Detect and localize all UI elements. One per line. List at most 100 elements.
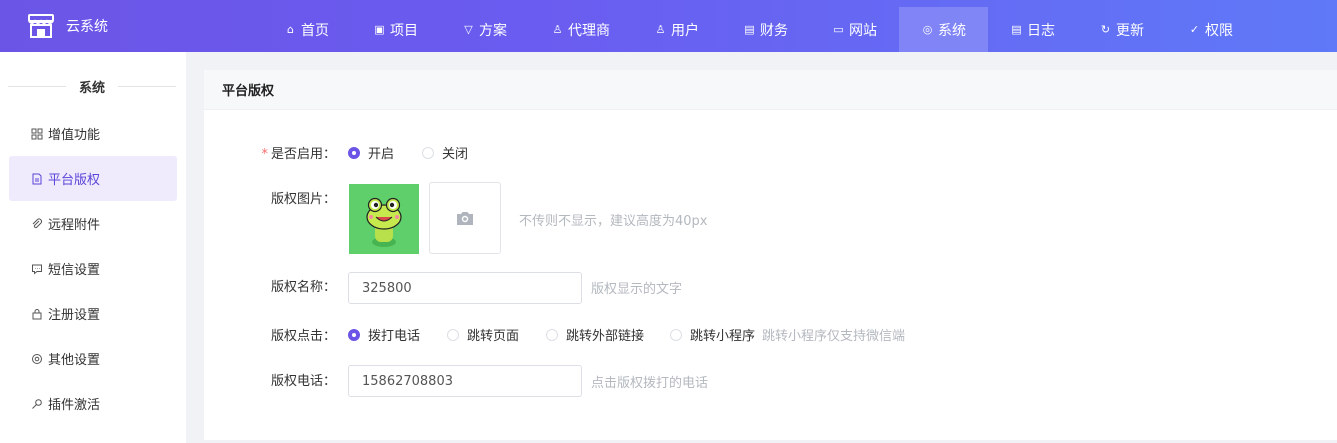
panel-title: 平台版权 [204, 70, 1337, 110]
nav-label: 网站 [849, 22, 877, 39]
image-hint: 不传则不显示，建议高度为40px [519, 214, 708, 229]
sidebar-item-label: 其他设置 [48, 353, 101, 368]
radio-enable-on[interactable]: 开启 [348, 143, 394, 162]
message-icon [32, 264, 42, 275]
sidebar-item-remote-attachment[interactable]: 远程附件 [9, 201, 177, 246]
sidebar-title: 系统 [79, 80, 106, 96]
image-label: 版权图片： [270, 192, 336, 207]
users-icon: ♙ [552, 23, 563, 36]
store-logo-icon [28, 14, 54, 38]
nav-label: 用户 [671, 22, 699, 39]
nav-item-permissions[interactable]: ✓ 权限 [1166, 7, 1255, 52]
briefcase-icon: ▣ [374, 23, 385, 36]
copyright-name-input[interactable]: 325800 [348, 272, 582, 304]
radio-click-external-link[interactable]: 跳转外部链接 [546, 325, 644, 344]
sidebar-item-label: 注册设置 [48, 308, 101, 323]
copyright-phone-input[interactable]: 15862708803 [348, 365, 582, 397]
divider [8, 85, 66, 87]
nav-item-agents[interactable]: ♙ 代理商 [529, 7, 632, 52]
sidebar-item-label: 短信设置 [48, 263, 101, 278]
paperclip-icon [32, 218, 42, 228]
camera-icon [457, 212, 473, 225]
nav-item-website[interactable]: ▭ 网站 [810, 7, 899, 52]
nav-item-finance[interactable]: ▤ 财务 [721, 7, 810, 52]
radio-label: 跳转页面 [467, 329, 520, 344]
radio-label: 关闭 [442, 147, 469, 162]
phone-hint: 点击版权拨打的电话 [591, 376, 709, 391]
website-icon: ▭ [833, 23, 844, 36]
diamond-icon: ▽ [464, 23, 473, 36]
nav-label: 权限 [1205, 22, 1233, 39]
nav-label: 项目 [390, 22, 418, 39]
brand[interactable]: 云系统 [28, 12, 108, 40]
sidebar: 系统 增值功能 平台版权 远程附件 短信设置 注册设置 其他设置 插件激活 [0, 52, 186, 443]
sidebar-header: 系统 [8, 78, 177, 96]
copyright-settings-panel: 平台版权 * 是否启用： 开启 关闭 版权图片： 不传则不显示，建议高度为40p… [204, 70, 1337, 440]
sidebar-item-copyright[interactable]: 平台版权 [9, 156, 177, 201]
refresh-icon: ↻ [1100, 23, 1111, 36]
finance-icon: ▤ [744, 23, 755, 36]
sidebar-item-label: 插件激活 [48, 398, 101, 413]
enabled-label-text: 是否启用： [270, 147, 336, 162]
nav-item-home[interactable]: ⌂ 首页 [262, 7, 351, 52]
radio-dot [546, 328, 558, 341]
required-mark: * [261, 147, 268, 162]
radio-dot [670, 328, 682, 341]
nav-label: 代理商 [568, 22, 610, 39]
radio-click-call[interactable]: 拨打电话 [348, 325, 420, 344]
nav-item-users[interactable]: ♙ 用户 [632, 7, 721, 52]
radio-label: 拨打电话 [368, 329, 421, 344]
radio-label: 开启 [368, 147, 395, 162]
radio-label: 跳转小程序 [690, 329, 756, 344]
key-icon [32, 398, 42, 409]
nav-item-system[interactable]: ◎ 系统 [899, 7, 988, 52]
copyright-image-thumbnail[interactable] [349, 184, 419, 254]
system-icon: ◎ [922, 23, 933, 36]
shield-check-icon: ✓ [1189, 23, 1200, 36]
lock-icon [32, 308, 42, 319]
home-icon: ⌂ [287, 23, 294, 36]
nav-label: 财务 [760, 22, 788, 39]
settings-icon [32, 353, 42, 364]
document-icon [32, 173, 42, 184]
nav-label: 首页 [301, 22, 329, 39]
sidebar-item-label: 增值功能 [48, 128, 101, 143]
top-navbar: 云系统 ⌂ 首页 ▣ 项目 ▽ 方案 ♙ 代理商 ♙ 用户 ▤ 财务 ▭ 网站 ◎ 系统 ▤ 日志 [0, 0, 1337, 52]
click-action-label: 版权点击： [270, 329, 336, 344]
grid-icon [31, 128, 43, 139]
nav-item-projects[interactable]: ▣ 项目 [351, 7, 440, 52]
sidebar-item-label: 平台版权 [48, 173, 101, 188]
log-icon: ▤ [1011, 23, 1022, 36]
sidebar-item-value-added[interactable]: 增值功能 [9, 111, 177, 156]
user-icon: ♙ [655, 23, 666, 36]
divider [118, 85, 177, 87]
app-name: 云系统 [66, 19, 108, 35]
nav-item-plans[interactable]: ▽ 方案 [440, 7, 529, 52]
radio-dot [422, 146, 434, 159]
frog-icon [366, 197, 402, 247]
sidebar-item-register-settings[interactable]: 注册设置 [9, 291, 177, 336]
sidebar-item-other-settings[interactable]: 其他设置 [9, 336, 177, 381]
main-nav: ⌂ 首页 ▣ 项目 ▽ 方案 ♙ 代理商 ♙ 用户 ▤ 财务 ▭ 网站 ◎ 系统 ▤ 日志 ↻ 更新 [262, 7, 1255, 52]
sidebar-item-label: 远程附件 [48, 218, 101, 233]
nav-label: 更新 [1116, 22, 1144, 39]
sidebar-item-sms-settings[interactable]: 短信设置 [9, 246, 177, 291]
phone-label: 版权电话： [270, 374, 336, 389]
image-upload-button[interactable] [429, 182, 501, 254]
nav-item-update[interactable]: ↻ 更新 [1077, 7, 1166, 52]
nav-item-logs[interactable]: ▤ 日志 [988, 7, 1077, 52]
sidebar-item-plugin-activation[interactable]: 插件激活 [9, 381, 177, 426]
click-action-hint: 跳转小程序仅支持微信端 [762, 329, 906, 344]
radio-enable-off[interactable]: 关闭 [422, 143, 468, 162]
radio-label: 跳转外部链接 [566, 329, 645, 344]
radio-dot [348, 146, 360, 159]
enabled-label: * 是否启用： [204, 143, 336, 162]
nav-label: 日志 [1027, 22, 1055, 39]
name-label: 版权名称： [270, 280, 336, 295]
radio-click-miniprogram[interactable]: 跳转小程序 [670, 325, 755, 344]
nav-label: 方案 [479, 22, 507, 39]
name-hint: 版权显示的文字 [591, 282, 683, 297]
radio-click-page[interactable]: 跳转页面 [447, 325, 519, 344]
nav-label: 系统 [938, 22, 966, 39]
radio-dot [447, 328, 459, 341]
